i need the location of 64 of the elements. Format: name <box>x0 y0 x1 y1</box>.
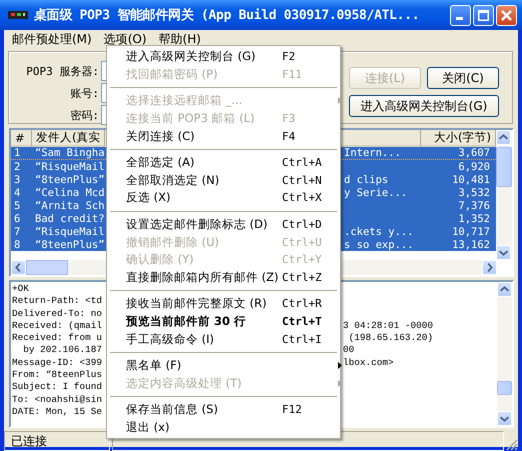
table-cell-text: 10,481 <box>451 174 491 186</box>
shortcut-text: Ctrl+Z <box>282 270 323 284</box>
table-cell-text: “RisqueMail <box>34 160 105 172</box>
table-cell-text: 4 <box>13 186 22 198</box>
table-cell-text: 1 <box>13 147 22 159</box>
shortcut-text: F2 <box>282 50 296 64</box>
table-cell-text: Intern... <box>343 147 402 159</box>
text-line: by 202.106.187 <box>22 344 104 357</box>
text-line: 00 <box>343 344 356 357</box>
shortcut-text: F4 <box>282 130 296 143</box>
shortcut-text: Ctrl+U <box>282 236 323 249</box>
text-line: lbox.com> <box>343 356 395 370</box>
shortcut-text: F11 <box>282 68 303 81</box>
status-text: 已连接 <box>4 431 110 451</box>
table-cell-text: “RisqueMail <box>34 226 105 238</box>
text-line: From: “8teenPlus <box>12 369 104 382</box>
table-cell-text: 5 <box>13 200 22 212</box>
field-label: POP3 服务器: <box>26 64 99 78</box>
table-cell-text: 6,920 <box>457 160 491 172</box>
shortcut-text: Ctrl+D <box>282 218 323 232</box>
table-cell-text: 6 <box>13 212 22 224</box>
table-cell-text: 3,532 <box>457 186 491 198</box>
shortcut-text: Ctrl+N <box>282 174 323 187</box>
shortcut-text: Ctrl+I <box>282 332 323 346</box>
table-cell-text: “Arnita Sch <box>34 200 105 212</box>
text-line: Subject: I found <box>12 381 104 394</box>
text-line: Return-Path: <td <box>12 295 104 308</box>
table-cell-text: 13,162 <box>451 238 491 250</box>
table-cell-text: d clips <box>343 174 390 186</box>
field-label: 密码: <box>70 108 99 122</box>
shortcut-text: Ctrl+R <box>282 297 323 310</box>
text-line: (198.65.163.20) <box>348 332 434 344</box>
shortcut-text: F3 <box>282 112 296 126</box>
shortcut-text: Ctrl+X <box>282 191 323 204</box>
text-line: +OK <box>12 283 30 296</box>
table-cell-text: Bad credit? <box>34 212 105 224</box>
shortcut-text: Ctrl+A <box>282 156 323 170</box>
table-cell-text: 3 <box>13 174 22 186</box>
text-line: Delivered-To: no <box>12 308 104 320</box>
text-line: Received: from u <box>12 332 104 344</box>
table-cell-text: 10,717 <box>451 226 491 238</box>
table-cell-text: “8teenPlus” <box>34 238 105 250</box>
table-cell-text: 7 <box>13 226 22 238</box>
text-line: Message-ID: <399 <box>12 356 104 370</box>
text-line: To: <noahshi@sin <box>12 394 104 406</box>
table-cell-text: y Serie... <box>343 186 408 198</box>
table-cell-text: “8teenPlus” <box>34 174 105 186</box>
window-title: 桌面级 POP3 智能邮件网关 (App Build 030917.0958/ATL... <box>34 6 420 24</box>
table-cell-text: 7,376 <box>457 200 491 212</box>
table-cell-text: .ckets y... <box>343 226 415 238</box>
field-label: 账号: <box>70 86 99 100</box>
table-cell-text: 8 <box>13 238 22 250</box>
shortcut-text: F12 <box>282 403 303 416</box>
table-cell-text: 1,352 <box>457 212 491 224</box>
table-cell-text: 3,607 <box>457 147 491 159</box>
table-cell-text: s so exp... <box>343 238 415 250</box>
text-line: Received: (qmail <box>12 320 104 332</box>
table-cell-text: “Sam Bingha <box>34 147 105 159</box>
table-cell-text: “Celina Mcd <box>34 186 105 198</box>
shortcut-text: Ctrl+T <box>282 315 323 328</box>
table-cell-text: 2 <box>13 160 22 172</box>
shortcut-text: Ctrl+Y <box>282 253 323 266</box>
text-line: DATE: Mon, 15 Se <box>12 406 104 418</box>
text-line: 3 04:28:01 -0000 <box>343 320 434 332</box>
